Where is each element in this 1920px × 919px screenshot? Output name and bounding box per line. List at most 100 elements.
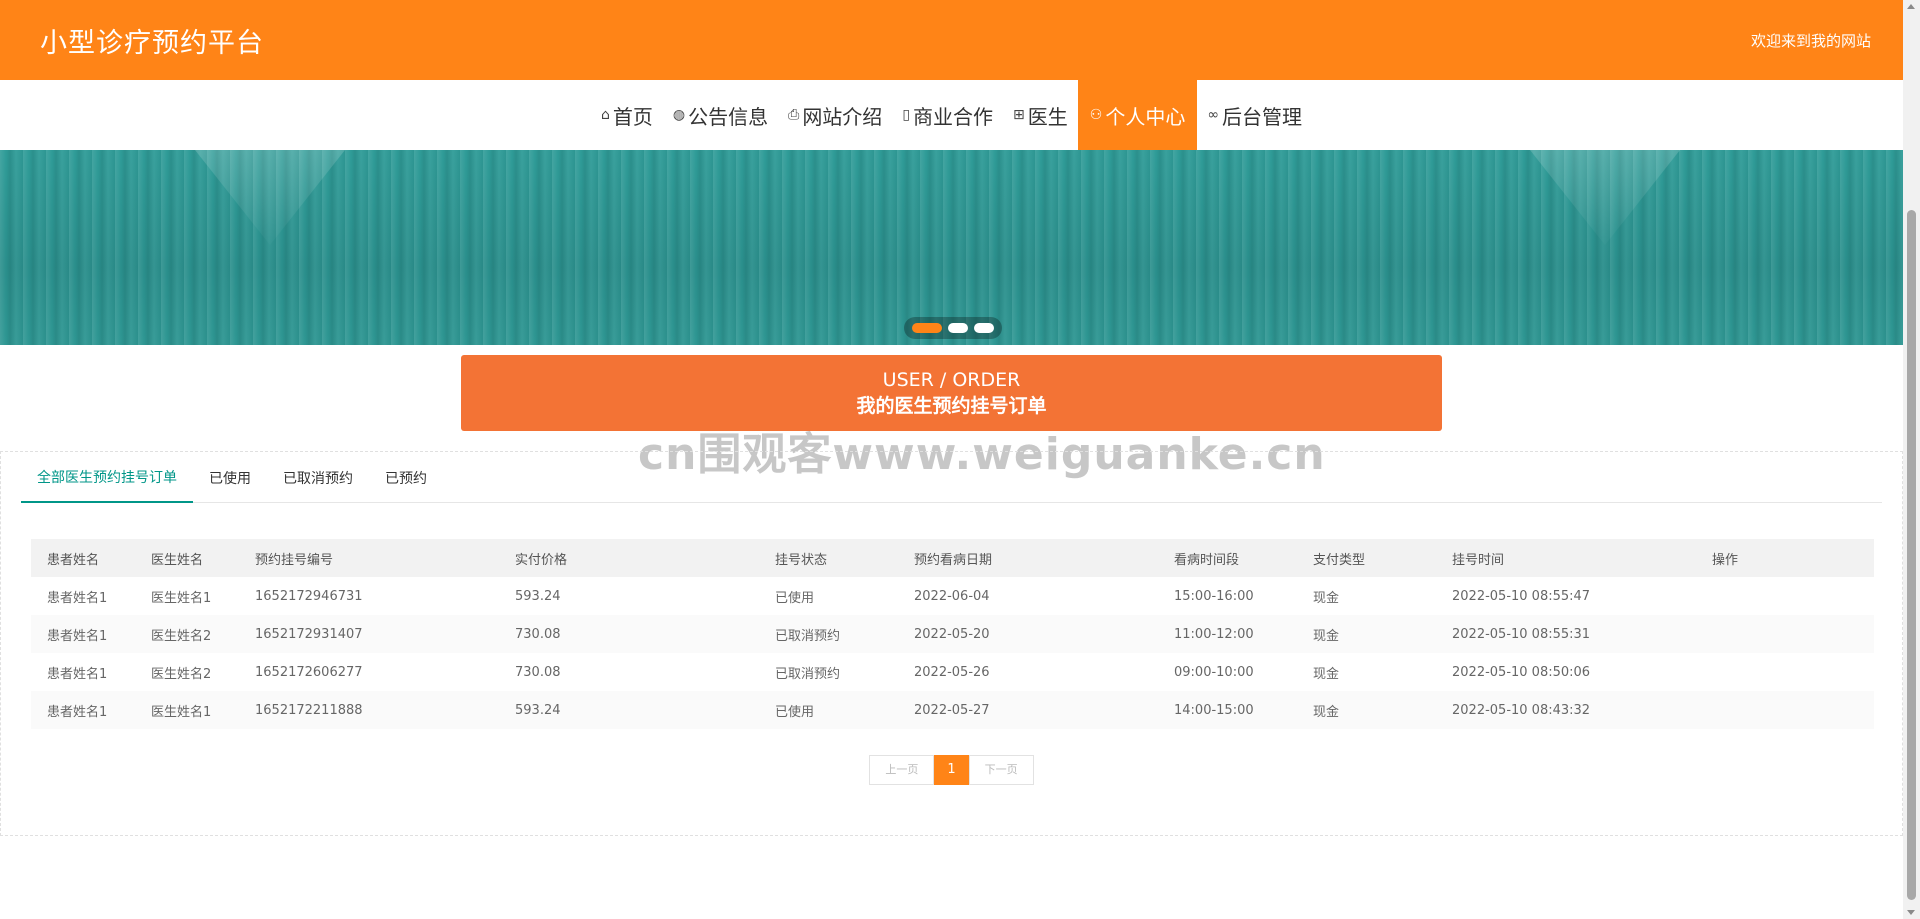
carousel-dot[interactable]: [974, 323, 994, 333]
nav-item-business[interactable]: ▯ 商业合作: [892, 80, 1003, 150]
tab-used[interactable]: 已使用: [193, 452, 267, 503]
banner-curtain-drape: [1530, 150, 1680, 245]
carousel-dot[interactable]: [948, 323, 968, 333]
tab-all-orders[interactable]: 全部医生预约挂号订单: [21, 452, 193, 503]
cell-payment-type: 现金: [1313, 666, 1340, 682]
cell-status: 已取消预约: [775, 666, 841, 682]
header: 小型诊疗预约平台 欢迎来到我的网站: [0, 0, 1903, 80]
cell-time-slot: 09:00-10:00: [1174, 664, 1254, 680]
carousel-indicators: [904, 317, 1002, 339]
order-panel: 全部医生预约挂号订单 已使用 已取消预约 已预约 患者姓名 医生姓名 预约挂号编…: [0, 451, 1903, 836]
table-row: 患者姓名1 医生姓名2 1652172606277 730.08 已取消预约 2…: [31, 653, 1874, 691]
cell-order-number: 1652172606277: [255, 664, 363, 680]
cell-payment-type: 现金: [1297, 615, 1436, 653]
nav-item-label: 网站介绍: [802, 104, 883, 129]
vertical-scrollbar[interactable]: [1903, 0, 1920, 919]
cell-actions: [1696, 653, 1874, 691]
col-payment-type: 支付类型: [1297, 539, 1436, 577]
cell-actions: [1696, 691, 1874, 729]
cell-price: 593.24: [499, 691, 759, 729]
cell-patient-name: 患者姓名1: [47, 666, 108, 682]
banner-curtain-drape: [195, 150, 345, 245]
cell-registered-time: 2022-05-10 08:43:32: [1436, 691, 1696, 729]
prev-page-button[interactable]: 上一页: [869, 755, 935, 785]
tab-booked[interactable]: 已预约: [369, 452, 443, 503]
col-actions: 操作: [1696, 539, 1874, 577]
cell-order-number: 1652172211888: [239, 691, 499, 729]
cell-time-slot: 14:00-15:00: [1158, 691, 1297, 729]
cell-visit-date: 2022-05-20: [898, 615, 1158, 653]
nav-item-personal-center[interactable]: ⚇ 个人中心: [1077, 80, 1198, 150]
scrollbar-thumb[interactable]: [1907, 210, 1916, 900]
user-icon: ⚇: [1089, 107, 1103, 123]
col-visit-date: 预约看病日期: [898, 539, 1158, 577]
tab-cancelled[interactable]: 已取消预约: [267, 452, 369, 503]
cell-doctor-name: 医生姓名2: [151, 666, 212, 682]
cell-payment-type: 现金: [1297, 691, 1436, 729]
pagination: 上一页 1 下一页: [21, 755, 1882, 785]
cell-status: 已使用: [775, 590, 815, 606]
cell-visit-date: 2022-05-26: [914, 664, 990, 680]
order-tabs: 全部医生预约挂号订单 已使用 已取消预约 已预约: [21, 452, 1882, 503]
cell-order-number: 1652172946731: [255, 588, 363, 604]
cell-doctor-name: 医生姓名1: [135, 691, 239, 729]
cell-registered-time: 2022-05-10 08:50:06: [1452, 664, 1591, 680]
nav-item-label: 首页: [612, 104, 653, 129]
col-patient-name: 患者姓名: [31, 539, 135, 577]
nav-item-label: 医生: [1027, 104, 1068, 129]
scroll-down-icon[interactable]: [1907, 910, 1915, 915]
cell-payment-type: 现金: [1313, 590, 1340, 606]
nav-item-label: 后台管理: [1222, 104, 1302, 129]
col-order-number: 预约挂号编号: [239, 539, 499, 577]
col-price: 实付价格: [499, 539, 759, 577]
col-registered-time: 挂号时间: [1436, 539, 1696, 577]
cell-price: 593.24: [515, 588, 561, 604]
cell-actions: [1696, 615, 1874, 653]
nav-item-label: 公告信息: [688, 104, 769, 129]
cell-status: 已使用: [759, 691, 898, 729]
page-1-button[interactable]: 1: [934, 755, 969, 785]
cell-time-slot: 11:00-12:00: [1158, 615, 1297, 653]
cell-actions: [1696, 577, 1874, 615]
carousel-dot[interactable]: [912, 323, 942, 333]
main-nav: ⌂ 首页 ◍ 公告信息 ⎙ 网站介绍 ▯ 商业合作 ⊞ 医生 ⚇ 个人中心 ∞ …: [0, 80, 1903, 150]
cell-status: 已取消预约: [759, 615, 898, 653]
section-title-en: USER / ORDER: [882, 369, 1021, 391]
next-page-button[interactable]: 下一页: [968, 755, 1034, 785]
cell-registered-time: 2022-05-10 08:55:47: [1452, 588, 1591, 604]
table-row: 患者姓名1 医生姓名1 1652172211888 593.24 已使用 202…: [31, 691, 1874, 729]
cell-registered-time: 2022-05-10 08:55:31: [1436, 615, 1696, 653]
nav-item-label: 个人中心: [1105, 104, 1186, 129]
print-icon: ⎙: [788, 107, 800, 123]
table-row: 患者姓名1 医生姓名2 1652172931407 730.08 已取消预约 2…: [31, 615, 1874, 653]
cell-order-number: 1652172931407: [239, 615, 499, 653]
nav-item-label: 商业合作: [913, 104, 994, 129]
page: 小型诊疗预约平台 欢迎来到我的网站 ⌂ 首页 ◍ 公告信息 ⎙ 网站介绍 ▯ 商…: [0, 0, 1903, 919]
nav-item-admin[interactable]: ∞ 后台管理: [1197, 80, 1312, 150]
nav-item-doctors[interactable]: ⊞ 医生: [1003, 80, 1078, 150]
nav-item-announcements[interactable]: ◍ 公告信息: [663, 80, 778, 150]
cell-price: 730.08: [499, 615, 759, 653]
col-doctor-name: 医生姓名: [135, 539, 239, 577]
welcome-text: 欢迎来到我的网站: [1750, 31, 1871, 50]
col-status: 挂号状态: [759, 539, 898, 577]
document-icon: ▯: [902, 107, 911, 123]
orders-table: 患者姓名 医生姓名 预约挂号编号 实付价格 挂号状态 预约看病日期 看病时间段 …: [31, 539, 1874, 729]
cell-patient-name: 患者姓名1: [31, 615, 135, 653]
cell-doctor-name: 医生姓名2: [135, 615, 239, 653]
cell-visit-date: 2022-06-04: [914, 588, 990, 604]
site-title[interactable]: 小型诊疗预约平台: [40, 21, 264, 60]
link-icon: ∞: [1207, 107, 1219, 123]
nav-item-about[interactable]: ⎙ 网站介绍: [778, 80, 892, 150]
cell-price: 730.08: [515, 664, 561, 680]
nav-item-home[interactable]: ⌂ 首页: [591, 80, 663, 150]
col-time-slot: 看病时间段: [1158, 539, 1297, 577]
table-row: 患者姓名1 医生姓名1 1652172946731 593.24 已使用 202…: [31, 577, 1874, 615]
cell-patient-name: 患者姓名1: [47, 590, 108, 606]
cell-visit-date: 2022-05-27: [898, 691, 1158, 729]
globe-icon: ◍: [672, 107, 686, 123]
scroll-up-icon[interactable]: [1907, 4, 1915, 9]
banner-carousel: [0, 150, 1903, 345]
table-header-row: 患者姓名 医生姓名 预约挂号编号 实付价格 挂号状态 预约看病日期 看病时间段 …: [31, 539, 1874, 577]
section-title-cn: 我的医生预约挂号订单: [856, 395, 1047, 417]
